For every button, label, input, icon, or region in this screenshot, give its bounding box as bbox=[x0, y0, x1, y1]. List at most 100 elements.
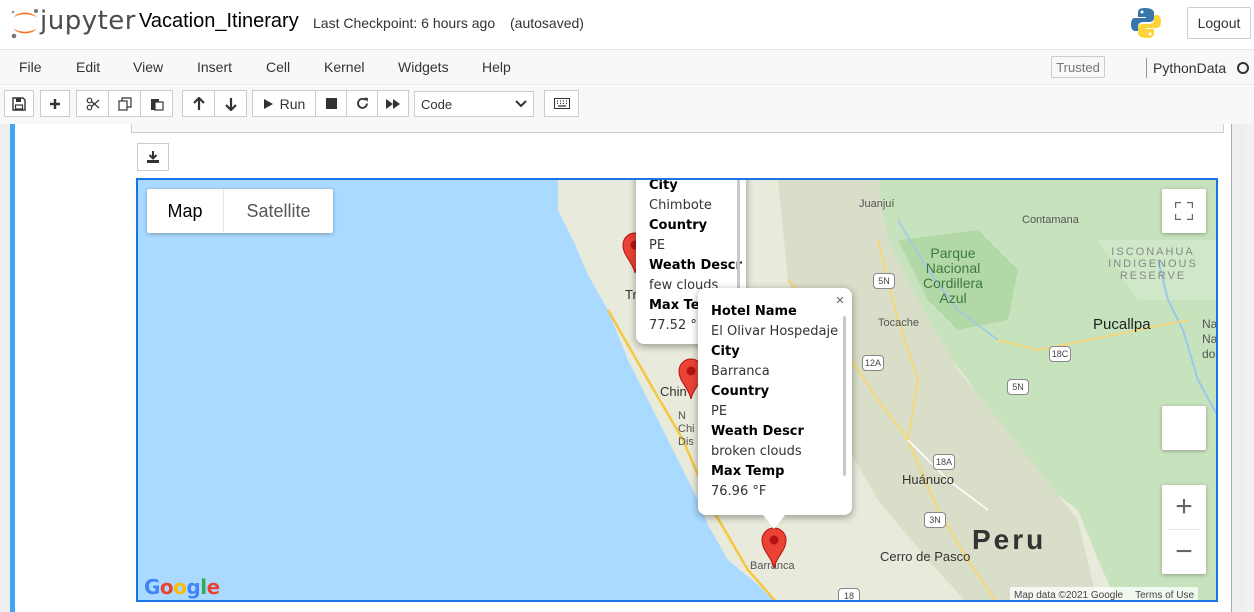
google-map[interactable]: Juanjuí Contamana Tocache Pucallpa Huánu… bbox=[136, 178, 1218, 602]
checkpoint-status: Last Checkpoint: 6 hours ago bbox=[313, 15, 496, 31]
map-label-tocache: Tocache bbox=[878, 317, 919, 329]
info-label: Max Temp bbox=[711, 464, 785, 479]
restart-run-all-button[interactable] bbox=[377, 90, 409, 117]
fullscreen-button[interactable] bbox=[1162, 189, 1206, 233]
map-label-reserve: ISCONAHUA INDIGENOUS RESERVE bbox=[1108, 246, 1198, 282]
map-label-huanuco: Huánuco bbox=[902, 472, 955, 487]
trusted-indicator[interactable]: Trusted bbox=[1051, 56, 1105, 78]
previous-cell-input[interactable] bbox=[131, 124, 1224, 133]
fullscreen-icon bbox=[1175, 202, 1193, 220]
play-icon bbox=[263, 98, 273, 109]
cell-type-value: Code bbox=[421, 97, 453, 112]
autosave-status: (autosaved) bbox=[510, 15, 584, 31]
zoom-in-button[interactable]: + bbox=[1162, 485, 1206, 529]
info-window-pointer bbox=[763, 515, 785, 529]
info-value: El Olivar Hospedaje bbox=[711, 324, 839, 339]
map-data-credit: Map data ©2021 Google bbox=[1014, 589, 1124, 601]
map-label-pucallpa: Pucallpa bbox=[1093, 316, 1151, 333]
cell-type-select[interactable]: Code bbox=[414, 91, 534, 117]
route-shield: 5N bbox=[1007, 379, 1029, 395]
info-value: PE bbox=[649, 238, 666, 253]
map-label-juanjui: Juanjuí bbox=[859, 198, 895, 210]
satellite-view-button[interactable]: Satellite bbox=[224, 189, 333, 233]
map-type-control: Map Satellite bbox=[147, 189, 333, 233]
move-up-button[interactable] bbox=[182, 90, 215, 117]
map-label-cerro-de-pasco: Cerro de Pasco bbox=[880, 549, 971, 564]
info-value: 76.96 °F bbox=[711, 484, 767, 499]
arrow-down-icon bbox=[224, 97, 237, 111]
google-logo[interactable]: Google bbox=[144, 575, 220, 599]
map-label-country: Peru bbox=[972, 524, 1047, 555]
paste-icon bbox=[150, 98, 164, 111]
street-view-button[interactable] bbox=[1162, 406, 1206, 450]
cut-button[interactable] bbox=[76, 90, 109, 117]
menubar: File Edit View Insert Cell Kernel Widget… bbox=[0, 49, 1254, 85]
kernel-name: PythonData bbox=[1153, 60, 1227, 76]
map-attribution: Map data ©2021 Google Terms of Use bbox=[1010, 587, 1199, 601]
info-label: Weath Descr bbox=[649, 258, 742, 273]
page-scrollbar[interactable] bbox=[1244, 124, 1254, 612]
kernel-idle-icon bbox=[1237, 62, 1249, 74]
info-label: Country bbox=[649, 218, 708, 233]
cut-icon bbox=[86, 97, 99, 110]
zoom-control: + − bbox=[1162, 485, 1206, 574]
arrow-up-icon bbox=[192, 96, 205, 110]
chevron-down-icon bbox=[515, 100, 527, 108]
map-label-park: Parque Nacional Cordillera Azul bbox=[923, 245, 983, 306]
map-label-contamana: Contamana bbox=[1022, 214, 1079, 226]
copy-icon bbox=[117, 96, 132, 111]
route-shield: 5N bbox=[873, 273, 895, 289]
save-icon bbox=[12, 96, 26, 111]
route-shield: 18A bbox=[933, 454, 955, 470]
restart-icon bbox=[356, 97, 368, 109]
info-label: City bbox=[649, 178, 678, 193]
notebook-title[interactable]: Vacation_Itinerary bbox=[139, 10, 299, 33]
info-label: Hotel Name bbox=[711, 304, 797, 319]
menu-view[interactable]: View bbox=[133, 59, 163, 75]
info-value: broken clouds bbox=[711, 444, 802, 459]
info-scrollbar[interactable] bbox=[843, 316, 846, 476]
command-palette-button[interactable] bbox=[544, 90, 579, 117]
info-value: PE bbox=[711, 404, 728, 419]
menu-insert[interactable]: Insert bbox=[197, 59, 232, 75]
menu-cell[interactable]: Cell bbox=[266, 59, 290, 75]
menu-edit[interactable]: Edit bbox=[76, 59, 100, 75]
run-button[interactable]: Run bbox=[252, 90, 316, 117]
paste-button[interactable] bbox=[140, 90, 173, 117]
menu-file[interactable]: File bbox=[19, 59, 42, 75]
save-button[interactable] bbox=[4, 90, 34, 117]
fast-forward-icon bbox=[386, 98, 400, 109]
menu-widgets[interactable]: Widgets bbox=[398, 59, 449, 75]
download-icon bbox=[147, 151, 159, 163]
restart-button[interactable] bbox=[346, 90, 378, 117]
download-button[interactable] bbox=[137, 143, 169, 171]
map-view-button[interactable]: Map bbox=[147, 189, 224, 233]
info-window-barranca[interactable]: × Hotel Name El Olivar Hospedaje City Ba… bbox=[698, 288, 852, 515]
insert-cell-button[interactable] bbox=[40, 90, 70, 117]
route-shield: 12A bbox=[862, 355, 884, 371]
info-label: Country bbox=[711, 384, 770, 399]
python-logo-icon bbox=[1131, 8, 1161, 38]
interrupt-button[interactable] bbox=[315, 90, 347, 117]
stop-icon bbox=[325, 98, 337, 109]
move-down-button[interactable] bbox=[214, 90, 247, 117]
jupyter-logo-icon[interactable] bbox=[8, 6, 42, 40]
route-shield: 18 bbox=[838, 588, 860, 600]
run-label: Run bbox=[279, 95, 306, 112]
keyboard-icon bbox=[553, 98, 570, 109]
copy-button[interactable] bbox=[108, 90, 141, 117]
map-label-nuevo-chimbote: N Chi Dis bbox=[678, 410, 695, 448]
kernel-divider bbox=[1146, 58, 1147, 78]
plus-icon bbox=[50, 98, 60, 109]
menu-help[interactable]: Help bbox=[482, 59, 511, 75]
info-label: Weath Descr bbox=[711, 424, 804, 439]
logout-button[interactable]: Logout bbox=[1187, 7, 1251, 39]
terms-of-use-link[interactable]: Terms of Use bbox=[1135, 590, 1194, 601]
map-label-right-edge: Na Na do bbox=[1202, 317, 1218, 361]
route-shield: 18C bbox=[1049, 346, 1071, 362]
zoom-out-button[interactable]: − bbox=[1162, 530, 1206, 574]
toolbar: Run Code bbox=[0, 86, 1254, 124]
map-marker-barranca[interactable] bbox=[761, 527, 787, 569]
info-value: Barranca bbox=[711, 364, 770, 379]
menu-kernel[interactable]: Kernel bbox=[324, 59, 364, 75]
